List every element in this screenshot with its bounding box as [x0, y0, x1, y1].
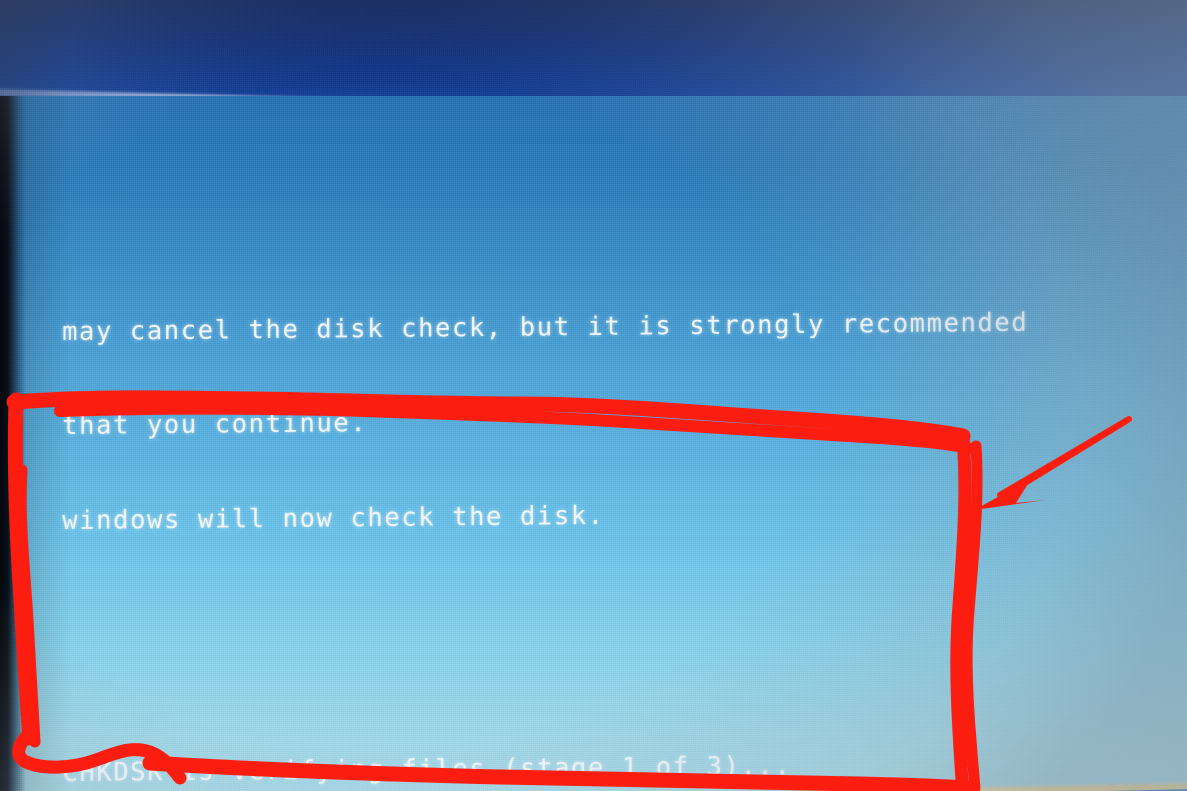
- console-line-intro-2: windows will now check the disk.: [62, 500, 605, 536]
- chkdsk-console-text: may cancel the disk check, but it is str…: [62, 210, 1187, 791]
- console-blank-1: [62, 620, 1187, 663]
- console-line-intro-1: that you continue.: [62, 408, 368, 442]
- monitor-bezel-shadow: [0, 96, 26, 791]
- chkdsk-screen: may cancel the disk check, but it is str…: [0, 96, 1187, 791]
- console-line-intro-0: may cancel the disk check, but it is str…: [62, 307, 1029, 347]
- photo-of-monitor: may cancel the disk check, but it is str…: [0, 0, 1187, 791]
- console-line-stage-0: CHKDSK is verifying files (stage 1 of 3)…: [62, 750, 792, 788]
